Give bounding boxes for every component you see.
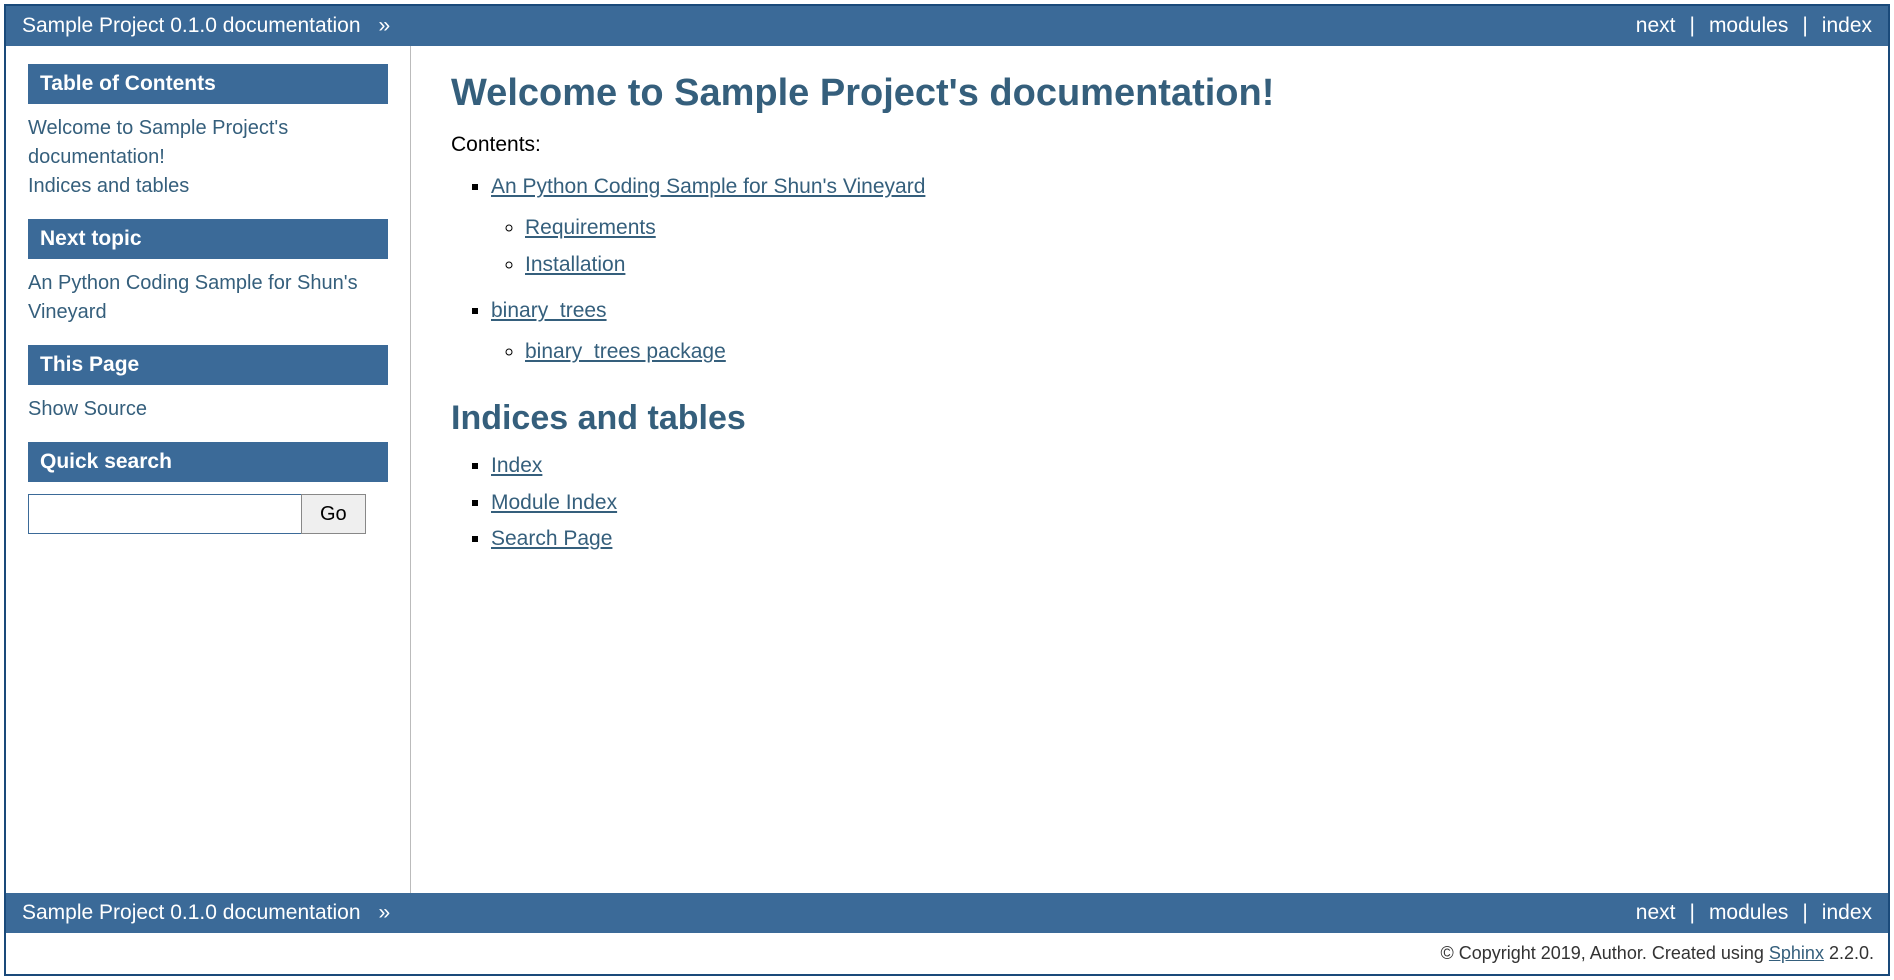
relbar-title-group: Sample Project 0.1.0 documentation » [22, 901, 390, 925]
content-row: Table of Contents Welcome to Sample Proj… [6, 46, 1888, 893]
nav-modules-link[interactable]: modules [1709, 901, 1788, 925]
search-page-link[interactable]: Search Page [491, 527, 612, 550]
sidebar-toc-heading: Table of Contents [28, 64, 388, 104]
toctree-link[interactable]: Requirements [525, 216, 656, 239]
sphinx-version: 2.2.0. [1824, 943, 1874, 963]
relbar-bottom: Sample Project 0.1.0 documentation » nex… [6, 893, 1888, 933]
toc-link-welcome[interactable]: Welcome to Sample Project's documentatio… [28, 117, 288, 168]
toctree-link[interactable]: An Python Coding Sample for Shun's Viney… [491, 175, 925, 198]
toctree-link[interactable]: binary_trees [491, 299, 607, 322]
sphinx-link[interactable]: Sphinx [1769, 943, 1824, 963]
separator: | [1802, 14, 1807, 38]
sidebar-search-heading: Quick search [28, 442, 388, 482]
sidebar: Table of Contents Welcome to Sample Proj… [6, 46, 411, 893]
page-title: Welcome to Sample Project's documentatio… [451, 72, 1848, 115]
separator: | [1689, 14, 1694, 38]
toctree-sublist: Requirements Installation [491, 210, 1848, 284]
toc-link-indices[interactable]: Indices and tables [28, 175, 189, 197]
modindex-link[interactable]: Module Index [491, 491, 617, 514]
toctree-link[interactable]: binary_trees package [525, 340, 726, 363]
show-source-link[interactable]: Show Source [28, 398, 147, 420]
genindex-link[interactable]: Index [491, 454, 542, 477]
nav-index-link[interactable]: index [1822, 14, 1872, 38]
search-go-button[interactable]: Go [301, 494, 366, 534]
list-item: Module Index [491, 485, 1848, 522]
nav-next-link[interactable]: next [1636, 901, 1676, 925]
nav-modules-link[interactable]: modules [1709, 14, 1788, 38]
toctree-item: Requirements [525, 210, 1848, 247]
separator: | [1689, 901, 1694, 925]
toctree-item: binary_trees binary_trees package [491, 293, 1848, 371]
toctree-item: An Python Coding Sample for Shun's Viney… [491, 169, 1848, 283]
nav-next-link[interactable]: next [1636, 14, 1676, 38]
footer: © Copyright 2019, Author. Created using … [6, 933, 1888, 974]
main-content: Welcome to Sample Project's documentatio… [411, 46, 1888, 893]
doc-title-link[interactable]: Sample Project 0.1.0 documentation [22, 901, 361, 925]
search-form: Go [28, 494, 388, 534]
breadcrumb-separator-icon: » [379, 14, 391, 38]
breadcrumb-separator-icon: » [379, 901, 391, 925]
list-item: Search Page [491, 521, 1848, 558]
doc-title-link[interactable]: Sample Project 0.1.0 documentation [22, 14, 361, 38]
indices-list: Index Module Index Search Page [451, 448, 1848, 558]
relbar-links: next | modules | index [1636, 901, 1872, 925]
contents-label: Contents: [451, 133, 1848, 157]
toctree-item: Installation [525, 247, 1848, 284]
next-topic-link[interactable]: An Python Coding Sample for Shun's Viney… [28, 272, 358, 323]
sidebar-next-heading: Next topic [28, 219, 388, 259]
separator: | [1802, 901, 1807, 925]
page: Sample Project 0.1.0 documentation » nex… [4, 4, 1890, 976]
nav-index-link[interactable]: index [1822, 901, 1872, 925]
indices-heading: Indices and tables [451, 399, 1848, 438]
toctree: An Python Coding Sample for Shun's Viney… [451, 169, 1848, 371]
relbar-links: next | modules | index [1636, 14, 1872, 38]
toctree-sublist: binary_trees package [491, 334, 1848, 371]
list-item: Index [491, 448, 1848, 485]
search-input[interactable] [28, 494, 302, 534]
toctree-item: binary_trees package [525, 334, 1848, 371]
sidebar-thispage-heading: This Page [28, 345, 388, 385]
copyright-text: © Copyright 2019, Author. Created using [1440, 943, 1768, 963]
relbar-title-group: Sample Project 0.1.0 documentation » [22, 14, 390, 38]
relbar-top: Sample Project 0.1.0 documentation » nex… [6, 6, 1888, 46]
toctree-link[interactable]: Installation [525, 253, 625, 276]
